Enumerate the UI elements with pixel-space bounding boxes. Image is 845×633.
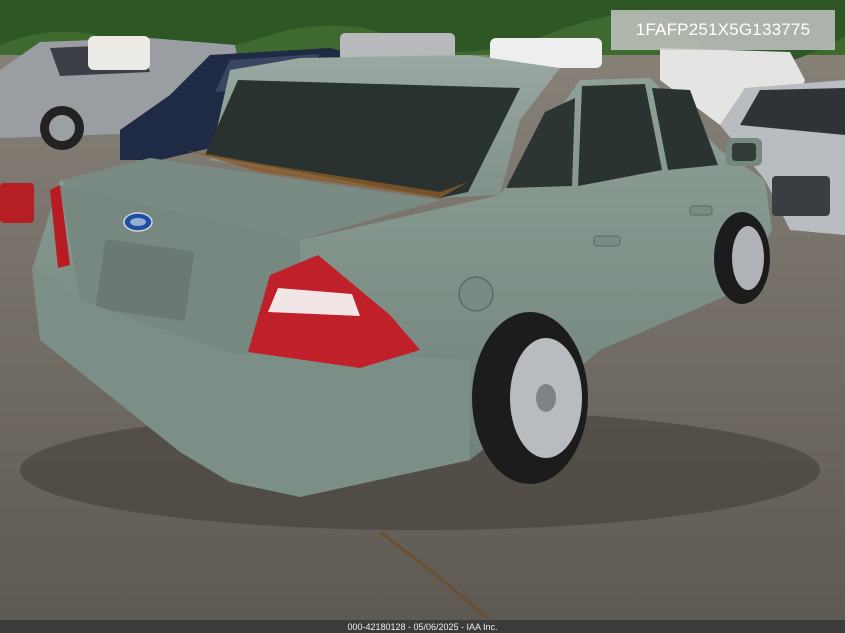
red-floor-jack — [0, 183, 34, 223]
door-handle-rear — [593, 235, 621, 247]
fuel-door — [458, 276, 494, 312]
ford-oval-emblem — [123, 212, 153, 232]
car-photo-scene — [0, 0, 845, 633]
background-car-white-door — [88, 36, 150, 70]
door-handle-front — [689, 205, 713, 216]
auction-photo: 1FAFP251X5G133775 000-42180128 - 05/06/2… — [0, 0, 845, 633]
background-car-rim — [49, 115, 75, 141]
background-car-grille — [772, 176, 830, 216]
side-mirror-glass — [732, 143, 756, 161]
photo-footer-caption: 000-42180128 - 05/06/2025 - IAA Inc. — [0, 620, 845, 633]
front-rim — [732, 226, 764, 290]
license-plate-recess — [96, 239, 194, 321]
vin-label: 1FAFP251X5G133775 — [611, 10, 835, 50]
rear-hub — [536, 384, 556, 412]
